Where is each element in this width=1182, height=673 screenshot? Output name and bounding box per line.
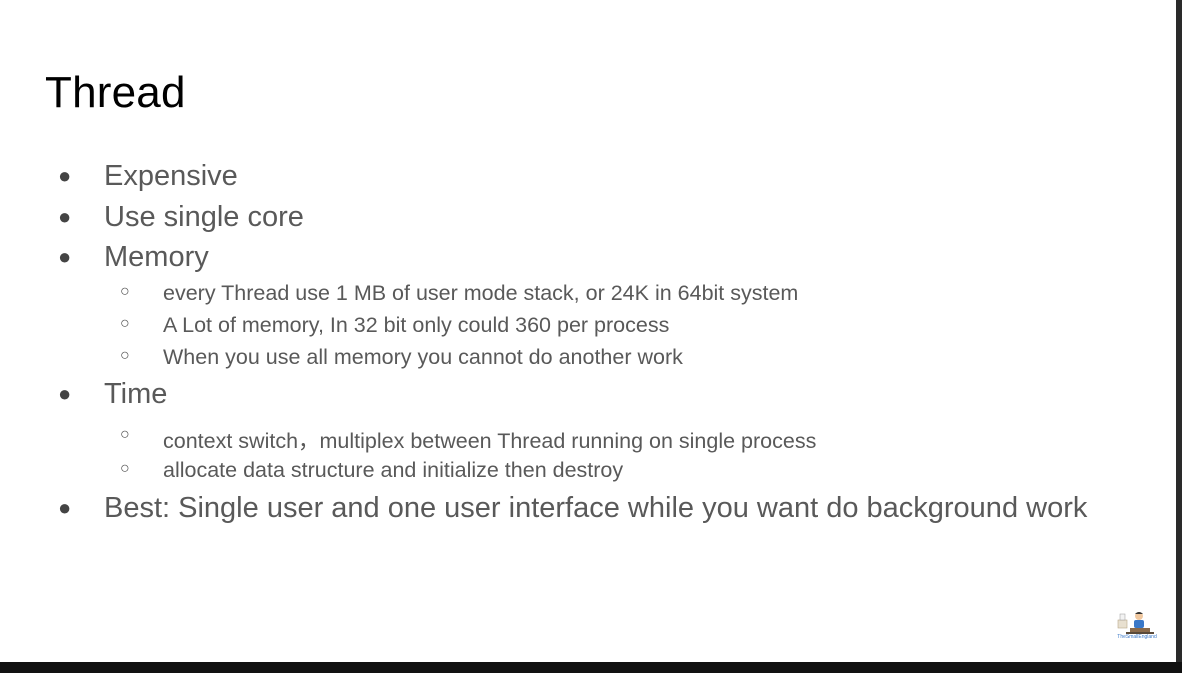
sub-bullet-circle-icon: ○	[120, 315, 130, 332]
bullet-dot-icon: ●	[58, 381, 72, 406]
window-right-edge	[1176, 0, 1182, 673]
bullet-text: Time	[104, 378, 168, 410]
bullet-dot-icon: ●	[58, 204, 72, 229]
sub-bullet-text: context switch，multiplex between Thread …	[163, 429, 817, 453]
bullet-text: Memory	[104, 241, 209, 273]
bullet-text: Use single core	[104, 201, 304, 233]
sub-bullet-text: allocate data structure and initialize t…	[163, 458, 624, 482]
sub-bullet-text: A Lot of memory, In 32 bit only could 36…	[163, 313, 670, 337]
sub-bullet-circle-icon: ○	[120, 460, 130, 477]
sub-bullet-text: When you use all memory you cannot do an…	[163, 345, 683, 369]
bullet-text: Best: Single user and one user interface…	[104, 492, 1088, 524]
window-bottom-bar	[0, 662, 1182, 673]
sub-bullet-circle-icon: ○	[120, 283, 130, 300]
bullet-text: Expensive	[104, 160, 238, 192]
bullet-dot-icon: ●	[58, 163, 72, 188]
sub-bullet-text: every Thread use 1 MB of user mode stack…	[163, 281, 799, 305]
slide-title: Thread	[45, 68, 186, 117]
sub-bullet-circle-icon: ○	[120, 347, 130, 364]
bullet-dot-icon: ●	[58, 244, 72, 269]
sub-bullet-circle-icon: ○	[120, 426, 130, 443]
slide: Thread ● Expensive ● Use single core ● M…	[0, 0, 1176, 662]
bullet-dot-icon: ●	[58, 495, 72, 520]
logo-caption: TheSmallEngland	[1117, 634, 1157, 640]
